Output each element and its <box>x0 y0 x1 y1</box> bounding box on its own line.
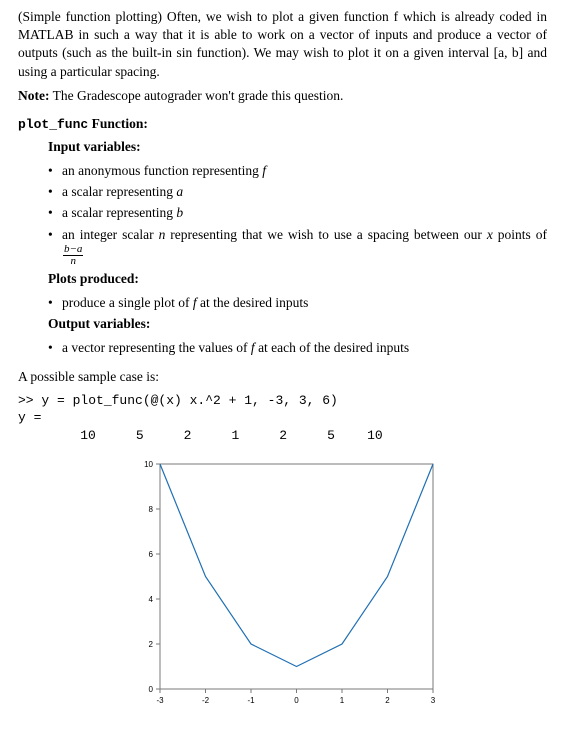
svg-text:0: 0 <box>294 696 299 705</box>
text: a scalar representing <box>62 184 176 199</box>
svg-text:0: 0 <box>148 685 153 694</box>
function-heading: plot_func Function: <box>18 115 547 134</box>
vector-cell: 5 <box>295 427 335 445</box>
plots-list: produce a single plot of f at the desire… <box>48 294 547 312</box>
sample-case-line: A possible sample case is: <box>18 368 547 386</box>
note-text: The Gradescope autograder won't grade th… <box>49 88 343 103</box>
svg-text:6: 6 <box>148 550 153 559</box>
func-name: plot_func <box>18 117 88 132</box>
svg-text:2: 2 <box>385 696 390 705</box>
svg-text:8: 8 <box>148 505 153 514</box>
note-line: Note: The Gradescope autograder won't gr… <box>18 87 547 105</box>
vector-cell: 10 <box>343 427 383 445</box>
vector-cell: 2 <box>151 427 191 445</box>
text: representing that we wish to use a spaci… <box>165 227 486 242</box>
symbol: f <box>262 163 266 178</box>
code-line: >> y = plot_func(@(x) x.^2 + 1, -3, 3, 6… <box>18 392 547 410</box>
text: a scalar representing <box>62 205 176 220</box>
svg-text:10: 10 <box>144 460 153 469</box>
fraction: b−an <box>63 244 83 267</box>
list-item: a scalar representing a <box>48 183 547 201</box>
code-block: >> y = plot_func(@(x) x.^2 + 1, -3, 3, 6… <box>18 392 547 445</box>
output-list: a vector representing the values of f at… <box>48 339 547 357</box>
svg-text:3: 3 <box>430 696 435 705</box>
plot-chart: -3 -2 -1 0 1 2 3 0 2 4 6 8 10 <box>118 454 448 714</box>
code-output-line: y = <box>18 409 547 427</box>
intro-paragraph: (Simple function plotting) Often, we wis… <box>18 8 547 81</box>
text: an integer scalar <box>62 227 159 242</box>
text: an anonymous function representing <box>62 163 262 178</box>
fraction-denominator: n <box>63 256 83 267</box>
fraction-numerator: b−a <box>63 244 83 256</box>
input-vars-heading: Input variables: <box>48 138 547 156</box>
text: points of <box>493 227 547 242</box>
svg-text:-2: -2 <box>201 696 209 705</box>
vector-cell: 1 <box>199 427 239 445</box>
document-page: (Simple function plotting) Often, we wis… <box>0 0 565 751</box>
svg-text:2: 2 <box>148 640 153 649</box>
symbol: b <box>176 205 183 220</box>
vector-cell: 2 <box>247 427 287 445</box>
list-item: a vector representing the values of f at… <box>48 339 547 357</box>
text: at the desired inputs <box>197 295 309 310</box>
plots-heading: Plots produced: <box>48 270 547 288</box>
input-vars-list: an anonymous function representing f a s… <box>48 162 547 267</box>
svg-text:4: 4 <box>148 595 153 604</box>
vector-cell: 10 <box>56 427 96 445</box>
output-heading: Output variables: <box>48 315 547 333</box>
func-heading-suffix: Function: <box>88 116 148 131</box>
svg-text:1: 1 <box>339 696 344 705</box>
list-item: an integer scalar n representing that we… <box>48 226 547 267</box>
text: at each of the desired inputs <box>255 340 409 355</box>
list-item: an anonymous function representing f <box>48 162 547 180</box>
note-label: Note: <box>18 88 49 103</box>
text: a vector representing the values of <box>62 340 251 355</box>
list-item: a scalar representing b <box>48 204 547 222</box>
svg-text:-3: -3 <box>156 696 164 705</box>
svg-text:-1: -1 <box>247 696 255 705</box>
symbol: a <box>176 184 183 199</box>
vector-cell: 5 <box>104 427 144 445</box>
text: produce a single plot of <box>62 295 193 310</box>
code-output-vector: 10 5 2 1 2 5 10 <box>18 427 547 445</box>
list-item: produce a single plot of f at the desire… <box>48 294 547 312</box>
